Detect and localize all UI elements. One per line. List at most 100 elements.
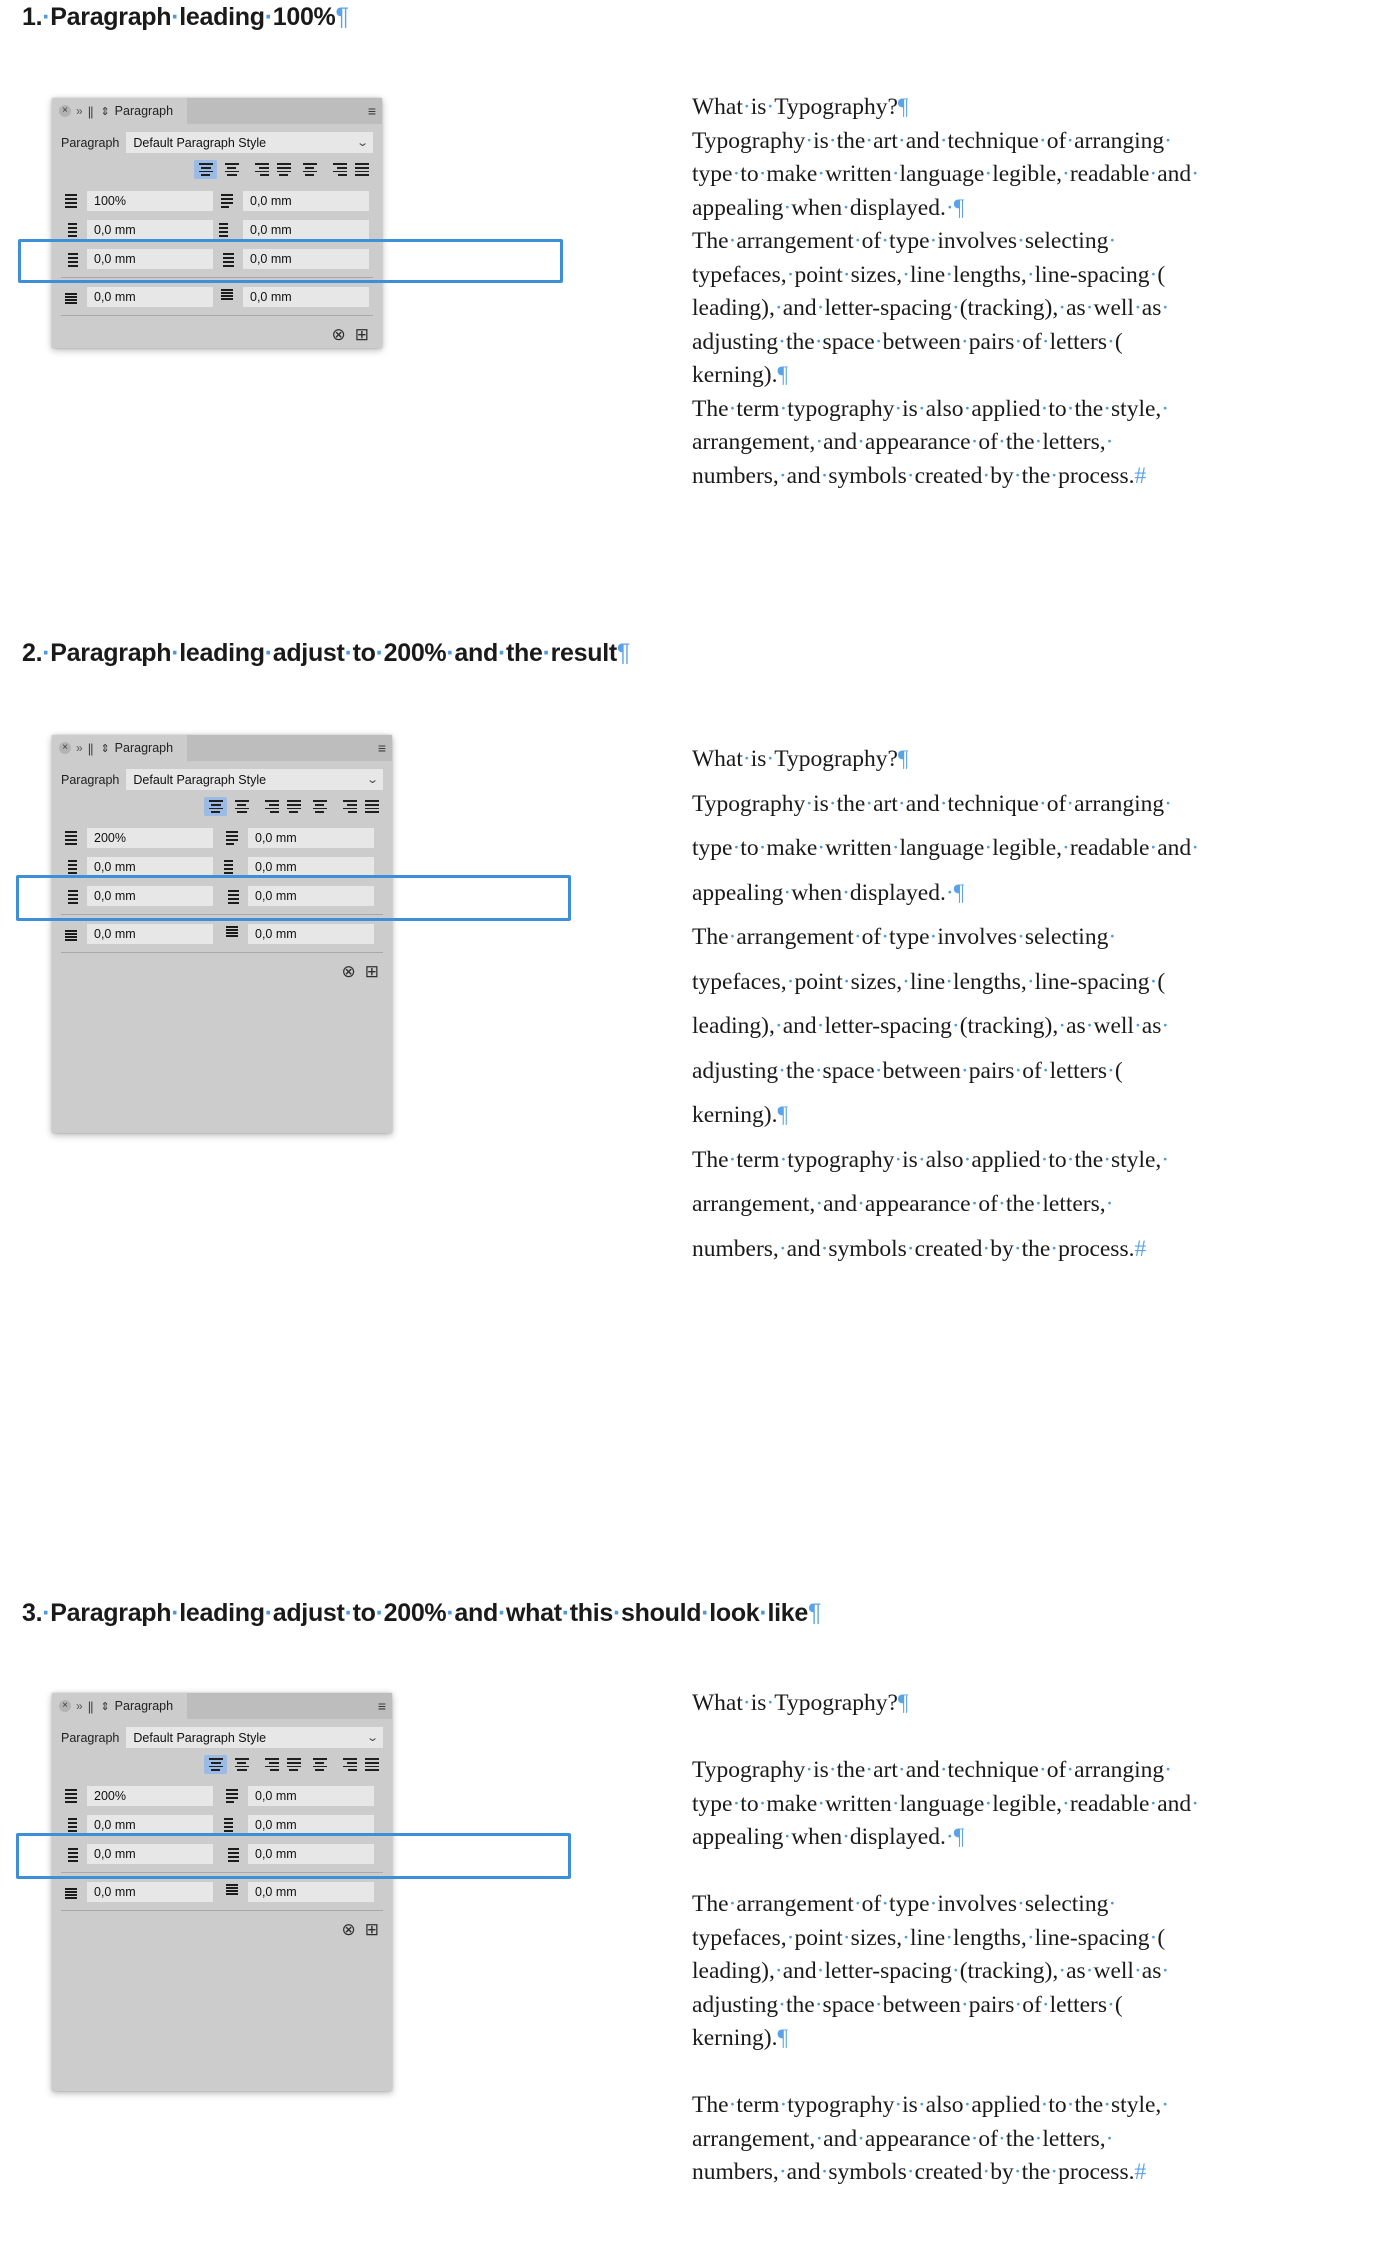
align-center-button[interactable] xyxy=(220,160,243,179)
indent-last-line-input[interactable]: 0,0 mm xyxy=(248,885,374,906)
paragraph-style-label: Paragraph xyxy=(61,135,120,150)
tab-paragraph[interactable]: ⇕ Paragraph xyxy=(98,1693,188,1719)
leading-value: 200% xyxy=(94,1788,126,1803)
indent-last-line-input[interactable]: 0,0 mm xyxy=(248,1843,374,1864)
grip-icon[interactable]: || xyxy=(88,1700,94,1713)
clear-overrides-icon[interactable]: ⊗ xyxy=(342,963,356,980)
collapse-icon[interactable]: » xyxy=(76,1700,83,1712)
space-above-input[interactable]: 0,0 mm xyxy=(87,1881,213,1902)
justify-last-center-button[interactable] xyxy=(308,797,331,816)
space-below-input[interactable]: 0,0 mm xyxy=(243,286,369,307)
justify-all-button[interactable] xyxy=(360,797,383,816)
indent-last-line-input[interactable]: 0,0 mm xyxy=(243,248,369,269)
justify-last-right-button[interactable] xyxy=(334,1755,357,1774)
indent-left-input[interactable]: 0,0 mm xyxy=(87,856,213,877)
collapse-icon[interactable]: » xyxy=(76,742,83,754)
indent-first-line-input[interactable]: 0,0 mm xyxy=(87,885,213,906)
indent-right-input[interactable]: 0,0 mm xyxy=(243,219,369,240)
text-line: The·arrangement·of·type·involves·selecti… xyxy=(692,924,1117,950)
close-icon[interactable]: × xyxy=(59,742,71,754)
indent-last-line-icon xyxy=(222,1845,241,1862)
paragraph-style-select[interactable]: Default Paragraph Style ⌄ xyxy=(126,1727,383,1748)
align-right-button[interactable] xyxy=(246,160,269,179)
paragraph-style-row: Paragraph Default Paragraph Style ⌄ xyxy=(61,124,373,160)
justify-last-center-button[interactable] xyxy=(298,160,321,179)
panel-divider xyxy=(61,914,383,915)
space-below-input[interactable]: 0,0 mm xyxy=(248,923,374,944)
tab-paragraph[interactable]: ⇕ Paragraph xyxy=(98,735,188,761)
indent-right-icon xyxy=(217,221,236,238)
space-before-paragraph-input[interactable]: 0,0 mm xyxy=(243,190,369,211)
add-style-icon[interactable]: ⊞ xyxy=(365,1921,379,1938)
paragraph-fields: 100% 0,0 mm 0,0 mm 0,0 mm 0,0 mm 0,0 mm … xyxy=(61,186,373,320)
leading-input[interactable]: 200% xyxy=(87,827,213,848)
leading-row: 200% 0,0 mm xyxy=(61,1781,383,1810)
add-style-icon[interactable]: ⊞ xyxy=(365,963,379,980)
section-1-heading: 1.·Paragraph·leading·100%¶ xyxy=(22,3,349,32)
justify-last-right-button[interactable] xyxy=(334,797,357,816)
heading-text-1: 1.·Paragraph·leading·100%¶ xyxy=(22,3,349,31)
clear-overrides-icon[interactable]: ⊗ xyxy=(332,326,346,343)
indent-right-input[interactable]: 0,0 mm xyxy=(248,856,374,877)
align-center-button[interactable] xyxy=(230,797,253,816)
indent-last-line-value: 0,0 mm xyxy=(255,1846,297,1861)
align-right-button[interactable] xyxy=(256,797,279,816)
space-below-input[interactable]: 0,0 mm xyxy=(248,1881,374,1902)
paragraph-style-select[interactable]: Default Paragraph Style ⌄ xyxy=(126,769,383,790)
leading-input[interactable]: 100% xyxy=(87,190,213,211)
align-left-button[interactable] xyxy=(204,797,227,816)
align-center-button[interactable] xyxy=(230,1755,253,1774)
text-line: Typography·is·the·art·and·technique·of·a… xyxy=(692,1757,1172,1783)
text-line: type·to·make·written·language·legible,·r… xyxy=(692,1790,1200,1817)
collapse-icon[interactable]: » xyxy=(76,105,83,117)
space-before-paragraph-icon xyxy=(222,1787,241,1804)
indent-left-icon xyxy=(61,1816,80,1833)
indent-first-line-input[interactable]: 0,0 mm xyxy=(87,1843,213,1864)
chevron-down-icon: ⌄ xyxy=(365,774,379,786)
justify-all-button[interactable] xyxy=(360,1755,383,1774)
space-before-paragraph-input[interactable]: 0,0 mm xyxy=(248,827,374,848)
leading-input[interactable]: 200% xyxy=(87,1785,213,1806)
alignment-button-group xyxy=(61,160,373,186)
indent-right-input[interactable]: 0,0 mm xyxy=(248,1814,374,1835)
panel-menu-icon[interactable]: ≡ xyxy=(368,104,376,118)
space-before-paragraph-input[interactable]: 0,0 mm xyxy=(248,1785,374,1806)
clear-overrides-icon[interactable]: ⊗ xyxy=(342,1921,356,1938)
close-icon[interactable]: × xyxy=(59,105,71,117)
grip-icon[interactable]: || xyxy=(88,742,94,755)
align-right-button[interactable] xyxy=(256,1755,279,1774)
justify-last-right-button[interactable] xyxy=(324,160,347,179)
align-left-button[interactable] xyxy=(194,160,217,179)
panel-menu-icon[interactable]: ≡ xyxy=(378,1699,386,1713)
justify-last-left-button[interactable] xyxy=(272,160,295,179)
indent-left-input[interactable]: 0,0 mm xyxy=(87,219,213,240)
grip-icon[interactable]: || xyxy=(88,105,94,118)
paragraph-space xyxy=(692,1721,1199,1755)
indent-left-input[interactable]: 0,0 mm xyxy=(87,1814,213,1835)
justify-last-left-button[interactable] xyxy=(282,797,305,816)
space-above-input[interactable]: 0,0 mm xyxy=(87,286,213,307)
justify-all-button[interactable] xyxy=(350,160,373,179)
indent-first-line-input[interactable]: 0,0 mm xyxy=(87,248,213,269)
tab-paragraph[interactable]: ⇕ Paragraph xyxy=(98,98,188,124)
justify-last-left-button[interactable] xyxy=(282,1755,305,1774)
close-icon[interactable]: × xyxy=(59,1700,71,1712)
indent-firstline-lastline-row: 0,0 mm 0,0 mm xyxy=(61,881,383,910)
heading-text-3: 3.·Paragraph·leading·adjust·to·200%·and·… xyxy=(22,1599,822,1627)
body-text-sample-2: What·is·Typography?¶ Typography·is·the·ar… xyxy=(692,737,1199,1271)
space-before-paragraph-value: 0,0 mm xyxy=(255,830,297,845)
text-block-2: What·is·Typography?¶ Typography·is·the·ar… xyxy=(692,737,1199,1271)
align-left-button[interactable] xyxy=(204,1755,227,1774)
leading-row: 200% 0,0 mm xyxy=(61,823,383,852)
paragraph-fields: 200% 0,0 mm 0,0 mm 0,0 mm 0,0 mm 0,0 mm … xyxy=(61,823,383,957)
alignment-button-group xyxy=(61,797,383,823)
space-above-value: 0,0 mm xyxy=(94,1884,136,1899)
justify-last-center-button[interactable] xyxy=(308,1755,331,1774)
paragraph-style-select[interactable]: Default Paragraph Style ⌄ xyxy=(126,132,373,153)
add-style-icon[interactable]: ⊞ xyxy=(355,326,369,343)
space-above-value: 0,0 mm xyxy=(94,926,136,941)
space-above-input[interactable]: 0,0 mm xyxy=(87,923,213,944)
indent-left-value: 0,0 mm xyxy=(94,859,136,874)
panel-menu-icon[interactable]: ≡ xyxy=(378,741,386,755)
indent-left-value: 0,0 mm xyxy=(94,222,136,237)
